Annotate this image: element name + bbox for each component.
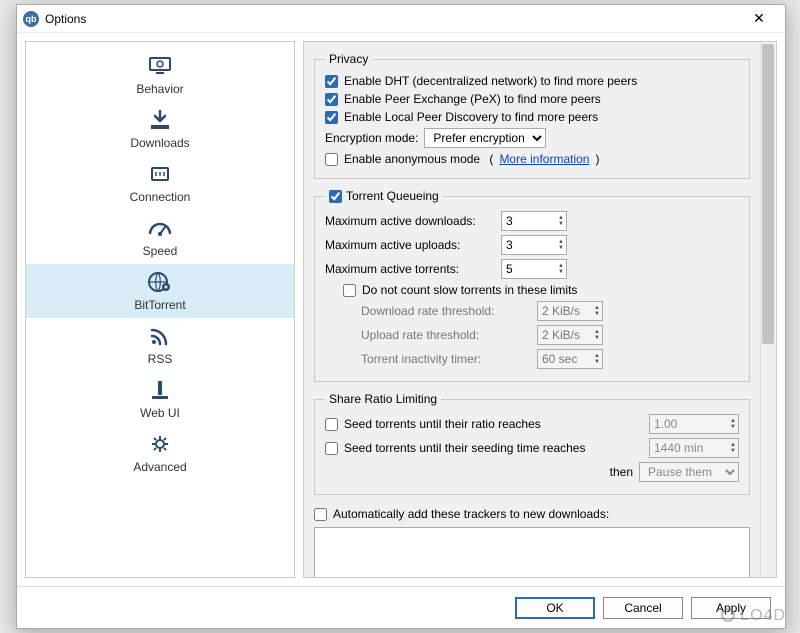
- rss-icon: [144, 322, 176, 350]
- max-up-spin[interactable]: 3▲▼: [501, 235, 567, 255]
- auto-trackers-label: Automatically add these trackers to new …: [333, 507, 609, 521]
- up-thresh-label: Upload rate threshold:: [361, 328, 531, 342]
- pex-label: Enable Peer Exchange (PeX) to find more …: [344, 92, 601, 106]
- sidebar-item-label: Speed: [143, 244, 178, 258]
- content-panel: Privacy Enable DHT (decentralized networ…: [303, 41, 777, 578]
- slow-exclude-checkbox[interactable]: [343, 284, 356, 297]
- seed-time-checkbox[interactable]: [325, 442, 338, 455]
- options-window: qb Options ✕ Behavior Downloads: [16, 4, 786, 629]
- sidebar-item-downloads[interactable]: Downloads: [26, 102, 294, 156]
- queue-group: Torrent Queueing Maximum active download…: [314, 189, 750, 382]
- sidebar-item-rss[interactable]: RSS: [26, 318, 294, 372]
- apply-button[interactable]: Apply: [691, 597, 771, 619]
- seed-ratio-checkbox[interactable]: [325, 418, 338, 431]
- scrollbar-thumb[interactable]: [762, 44, 774, 344]
- max-dl-spin[interactable]: 3▲▼: [501, 211, 567, 231]
- settings-sidebar: Behavior Downloads Connection Speed: [25, 41, 295, 578]
- auto-trackers-checkbox[interactable]: [314, 508, 327, 521]
- encryption-select[interactable]: Prefer encryption: [424, 128, 546, 148]
- more-info-link[interactable]: More information: [499, 152, 589, 166]
- lpd-label: Enable Local Peer Discovery to find more…: [344, 110, 598, 124]
- cancel-button[interactable]: Cancel: [603, 597, 683, 619]
- server-icon: [144, 376, 176, 404]
- close-button[interactable]: ✕: [739, 6, 779, 32]
- sidebar-item-label: RSS: [148, 352, 173, 366]
- queue-legend: Torrent Queueing: [325, 189, 443, 203]
- ethernet-icon: [144, 160, 176, 188]
- trackers-textarea[interactable]: [314, 527, 750, 577]
- max-up-label: Maximum active uploads:: [325, 238, 495, 252]
- sidebar-item-behavior[interactable]: Behavior: [26, 48, 294, 102]
- trackers-row: Automatically add these trackers to new …: [314, 505, 750, 523]
- encryption-label: Encryption mode:: [325, 131, 418, 145]
- pex-checkbox[interactable]: [325, 93, 338, 106]
- max-dl-label: Maximum active downloads:: [325, 214, 495, 228]
- titlebar: qb Options ✕: [17, 5, 785, 33]
- ratio-legend: Share Ratio Limiting: [325, 392, 441, 406]
- sidebar-item-label: Connection: [130, 190, 191, 204]
- globe-gear-icon: [144, 268, 176, 296]
- privacy-group: Privacy Enable DHT (decentralized networ…: [314, 52, 750, 179]
- anonymous-checkbox[interactable]: [325, 153, 338, 166]
- seed-time-spin[interactable]: 1440 min▲▼: [649, 438, 739, 458]
- max-active-label: Maximum active torrents:: [325, 262, 495, 276]
- download-icon: [144, 106, 176, 134]
- seed-time-label: Seed torrents until their seeding time r…: [344, 441, 643, 455]
- sidebar-item-label: Behavior: [136, 82, 183, 96]
- privacy-legend: Privacy: [325, 52, 372, 66]
- sidebar-item-label: Advanced: [133, 460, 186, 474]
- then-label: then: [610, 465, 633, 479]
- qb-app-icon: qb: [23, 11, 39, 27]
- dht-checkbox[interactable]: [325, 75, 338, 88]
- queue-enable-checkbox[interactable]: [329, 190, 342, 203]
- scrollbar[interactable]: [760, 42, 776, 577]
- inactive-label: Torrent inactivity timer:: [361, 352, 531, 366]
- sidebar-item-label: Web UI: [140, 406, 180, 420]
- dialog-footer: OK Cancel Apply: [17, 586, 785, 628]
- ratio-group: Share Ratio Limiting Seed torrents until…: [314, 392, 750, 495]
- sidebar-item-label: Downloads: [130, 136, 189, 150]
- max-active-spin[interactable]: 5▲▼: [501, 259, 567, 279]
- gear-icon: [144, 430, 176, 458]
- dl-thresh-spin[interactable]: 2 KiB/s▲▼: [537, 301, 603, 321]
- window-title: Options: [45, 12, 739, 26]
- window-body: Behavior Downloads Connection Speed: [17, 33, 785, 586]
- sidebar-item-label: BitTorrent: [134, 298, 185, 312]
- dht-label: Enable DHT (decentralized network) to fi…: [344, 74, 637, 88]
- queue-title: Torrent Queueing: [346, 189, 439, 203]
- slow-exclude-label: Do not count slow torrents in these limi…: [362, 283, 577, 297]
- sidebar-item-bittorrent[interactable]: BitTorrent: [26, 264, 294, 318]
- seed-ratio-spin[interactable]: 1.00▲▼: [649, 414, 739, 434]
- sidebar-item-speed[interactable]: Speed: [26, 210, 294, 264]
- ok-button[interactable]: OK: [515, 597, 595, 619]
- speedometer-icon: [144, 214, 176, 242]
- then-select[interactable]: Pause them: [639, 462, 739, 482]
- sidebar-item-webui[interactable]: Web UI: [26, 372, 294, 426]
- content-scroll: Privacy Enable DHT (decentralized networ…: [304, 42, 760, 577]
- inactive-spin[interactable]: 60 sec▲▼: [537, 349, 603, 369]
- anonymous-label: Enable anonymous mode: [344, 152, 480, 166]
- lpd-checkbox[interactable]: [325, 111, 338, 124]
- monitor-gear-icon: [144, 52, 176, 80]
- sidebar-item-connection[interactable]: Connection: [26, 156, 294, 210]
- seed-ratio-label: Seed torrents until their ratio reaches: [344, 417, 643, 431]
- up-thresh-spin[interactable]: 2 KiB/s▲▼: [537, 325, 603, 345]
- sidebar-item-advanced[interactable]: Advanced: [26, 426, 294, 480]
- dl-thresh-label: Download rate threshold:: [361, 304, 531, 318]
